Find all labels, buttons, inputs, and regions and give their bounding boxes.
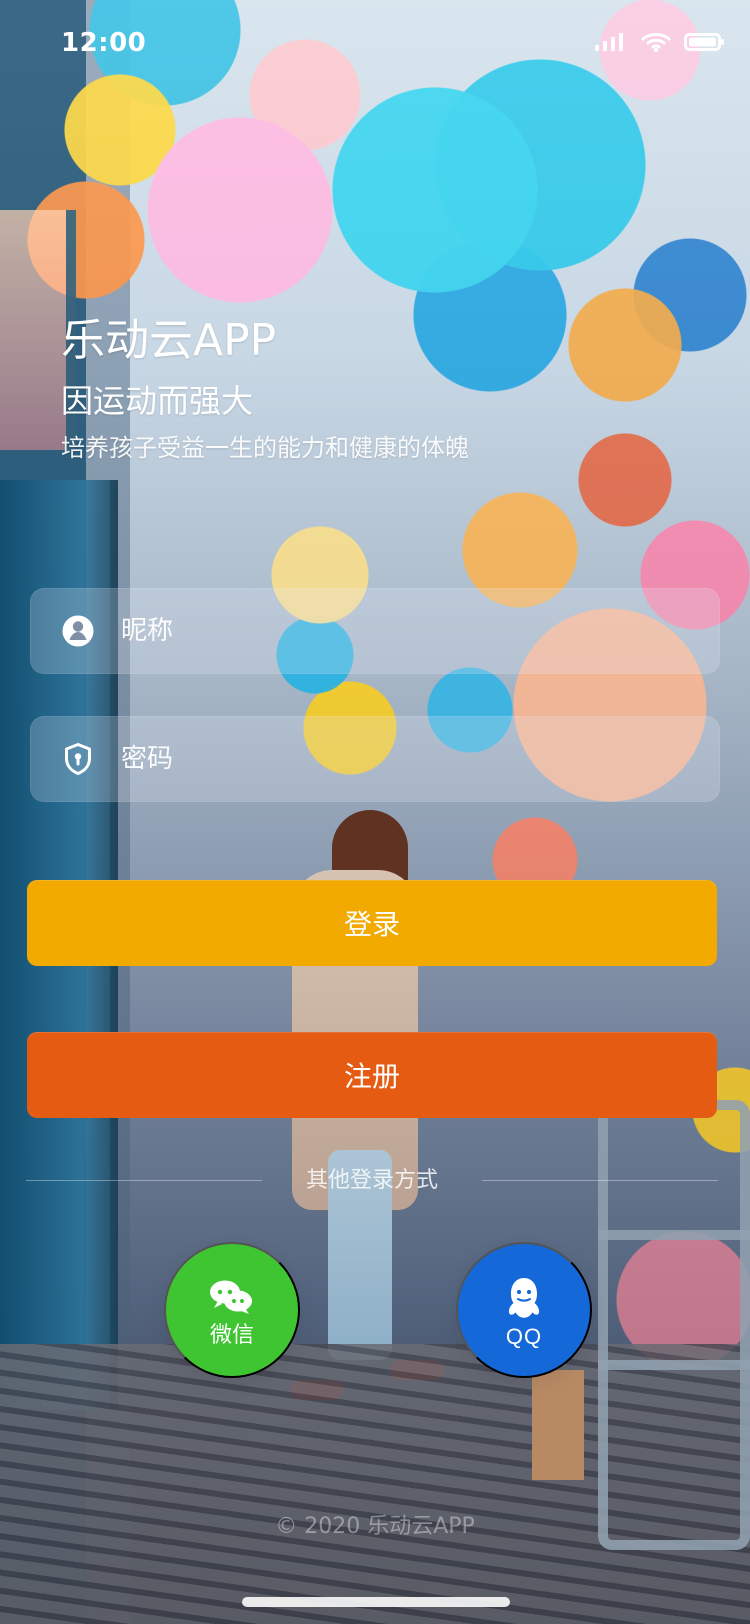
wechat-label: 微信 <box>209 1322 254 1347</box>
status-bar: 12:00 <box>0 0 750 88</box>
status-icons <box>594 31 726 53</box>
nickname-input-row[interactable] <box>30 587 720 675</box>
nickname-input[interactable] <box>119 587 720 675</box>
hero-section: 乐动云APP 因运动而强大 培养孩子受益一生的能力和健康的体魄 <box>61 312 681 464</box>
qq-login-button[interactable]: QQ <box>456 1242 592 1378</box>
user-icon <box>62 615 94 647</box>
other-login-divider: 其他登录方式 <box>26 1163 718 1199</box>
status-time: 12:00 <box>61 28 147 58</box>
app-description: 培养孩子受益一生的能力和健康的体魄 <box>61 434 469 462</box>
shield-keyhole-icon <box>65 743 91 775</box>
battery-icon <box>684 33 724 51</box>
other-login-text: 其他登录方式 <box>305 1168 438 1193</box>
copyright-text: © 2020 乐动云APP <box>275 1514 475 1539</box>
password-input[interactable] <box>119 715 720 803</box>
login-button[interactable]: 登录 <box>27 880 717 966</box>
wifi-icon <box>641 33 671 52</box>
signal-icon <box>595 33 623 51</box>
wechat-icon <box>210 1280 252 1314</box>
wechat-login-button[interactable]: 微信 <box>164 1242 300 1378</box>
register-button[interactable]: 注册 <box>27 1032 717 1118</box>
app-slogan: 因运动而强大 <box>61 382 254 420</box>
divider-line-right <box>482 1180 718 1181</box>
login-screen: 12:00 乐动云APP 因运动而强大 培养孩子受益一生的能力和健康的体魄 昵称… <box>0 0 750 1624</box>
background-bag <box>532 1370 584 1480</box>
login-form <box>30 587 720 803</box>
password-input-row[interactable] <box>30 715 720 803</box>
qq-icon <box>508 1278 540 1318</box>
home-indicator <box>242 1597 510 1607</box>
social-login-options: 微信 QQ <box>0 1242 750 1382</box>
qq-label: QQ <box>505 1324 543 1349</box>
app-title: 乐动云APP <box>61 315 277 366</box>
